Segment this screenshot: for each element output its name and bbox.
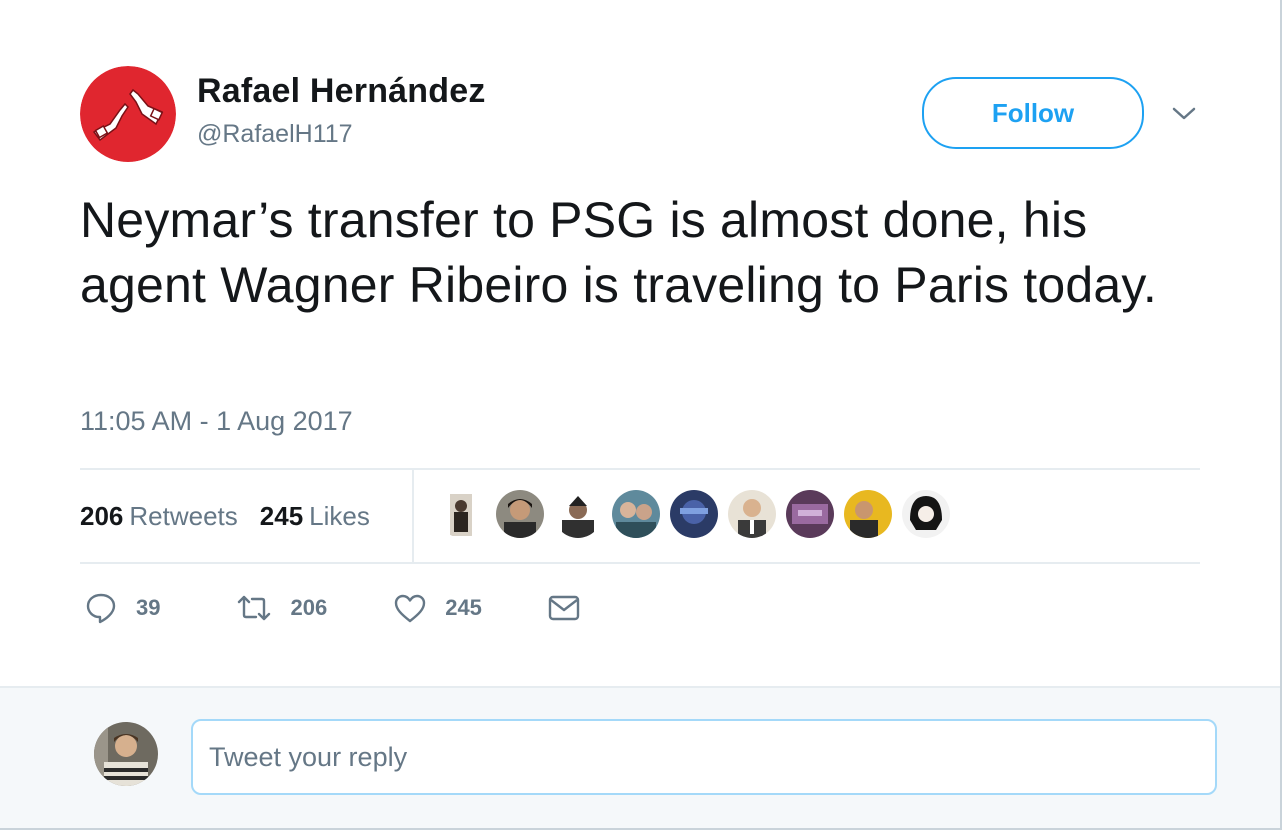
chevron-down-icon[interactable] [1168, 98, 1200, 130]
handshake-logo-icon [80, 66, 176, 162]
like-count: 245 [445, 595, 482, 620]
tweet-stats: 206 Retweets 245 Likes [80, 470, 392, 562]
reply-input[interactable] [191, 719, 1217, 795]
tweet-actions: 39 206 245 [84, 588, 580, 628]
divider [80, 562, 1200, 564]
liker-avatar[interactable] [844, 490, 892, 538]
retweet-count: 206 [290, 595, 328, 620]
retweet-action[interactable]: 206 [236, 588, 327, 628]
stats-separator [412, 470, 414, 562]
retweets-stat[interactable]: 206 Retweets [80, 501, 238, 532]
author-display-name[interactable]: Rafael Hernández [197, 72, 486, 111]
author-avatar[interactable] [80, 66, 176, 162]
direct-message-action[interactable] [548, 588, 580, 628]
envelope-icon [548, 595, 580, 621]
liker-avatar[interactable] [670, 490, 718, 538]
likes-stat[interactable]: 245 Likes [260, 501, 370, 532]
liker-avatar[interactable] [496, 490, 544, 538]
liker-avatar[interactable] [438, 490, 486, 538]
retweet-icon [238, 595, 271, 621]
follow-button[interactable]: Follow [922, 77, 1144, 149]
reply-action[interactable]: 39 [84, 588, 160, 628]
like-action[interactable]: 245 [393, 588, 482, 628]
liker-avatar[interactable] [554, 490, 602, 538]
tweet-text: Neymar’s transfer to PSG is almost done,… [80, 192, 1157, 313]
liker-avatars [438, 490, 960, 538]
liker-avatar[interactable] [902, 490, 950, 538]
author-handle[interactable]: @RafaelH117 [197, 120, 353, 149]
liker-avatar[interactable] [728, 490, 776, 538]
reply-bubble-icon [86, 593, 116, 624]
tweet-timestamp[interactable]: 11:05 AM - 1 Aug 2017 [80, 406, 353, 437]
reply-count: 39 [136, 595, 161, 620]
current-user-avatar[interactable] [94, 722, 158, 786]
retweets-count: 206 [80, 500, 124, 531]
liker-avatar[interactable] [612, 490, 660, 538]
retweets-label: Retweets [129, 500, 238, 531]
liker-avatar[interactable] [786, 490, 834, 538]
likes-label: Likes [309, 500, 370, 531]
tweet-card: Rafael Hernández @RafaelH117 Follow Neym… [0, 0, 1282, 830]
heart-icon [395, 594, 426, 623]
likes-count: 245 [259, 500, 304, 531]
